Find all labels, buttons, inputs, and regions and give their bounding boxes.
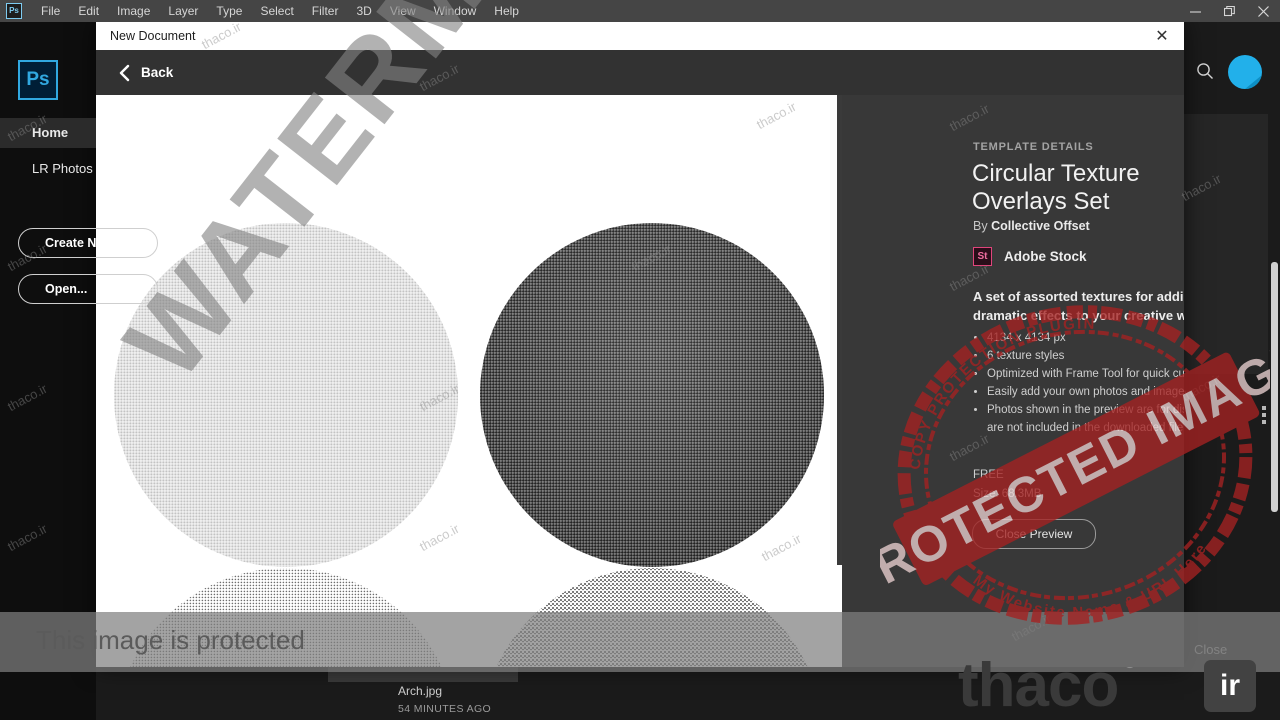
recent-file-name: Arch.jpg bbox=[398, 684, 443, 698]
photoshop-app-icon[interactable]: Ps bbox=[6, 3, 22, 19]
avatar[interactable] bbox=[1228, 55, 1262, 89]
avatar-wedge bbox=[1245, 75, 1262, 89]
source-label: Adobe Stock bbox=[1004, 249, 1087, 264]
template-title: Circular Texture Overlays Set bbox=[972, 160, 1140, 215]
menu-help[interactable]: Help bbox=[485, 0, 528, 22]
template-author: By Collective Offset bbox=[973, 219, 1090, 233]
list-item: Photos shown in the preview are for disp… bbox=[987, 401, 1184, 437]
new-document-dialog: New Document ✕ Back TEMPLATE DETAILS Cir… bbox=[96, 22, 1184, 667]
watermark-brand: thaco bbox=[958, 651, 1119, 720]
app-scrollbar-thumb[interactable] bbox=[1271, 262, 1278, 512]
menu-layer[interactable]: Layer bbox=[159, 0, 207, 22]
texture-overlay-preview bbox=[96, 95, 842, 667]
sidebar-item-home[interactable]: Home bbox=[0, 118, 96, 148]
restore-button[interactable] bbox=[1212, 0, 1246, 22]
source-row: St Adobe Stock bbox=[973, 247, 1087, 266]
open-file-button[interactable]: Open... bbox=[18, 274, 158, 304]
close-icon[interactable]: ✕ bbox=[1140, 22, 1184, 50]
menu-view[interactable]: View bbox=[381, 0, 425, 22]
template-details-panel: TEMPLATE DETAILS Circular Texture Overla… bbox=[842, 95, 1184, 667]
back-button[interactable]: Back bbox=[96, 64, 173, 82]
menu-edit[interactable]: Edit bbox=[69, 0, 108, 22]
template-price: FREE bbox=[973, 469, 1004, 481]
menu-window[interactable]: Window bbox=[425, 0, 486, 22]
create-new-button[interactable]: Create New bbox=[18, 228, 158, 258]
sidebar-item-lr-photos[interactable]: LR Photos bbox=[0, 154, 96, 184]
recent-file-timestamp: 54 MINUTES AGO bbox=[398, 703, 492, 715]
menu-type[interactable]: Type bbox=[207, 0, 251, 22]
chevron-left-icon bbox=[119, 64, 130, 81]
close-button[interactable] bbox=[1246, 0, 1280, 22]
home-content-card[interactable] bbox=[1172, 114, 1280, 374]
back-button-label: Back bbox=[141, 65, 174, 80]
author-name: Collective Offset bbox=[991, 219, 1090, 233]
template-feature-list: 4134 x 4134 px 6 texture styles Optimize… bbox=[973, 329, 1184, 437]
more-options-icon[interactable] bbox=[1262, 406, 1266, 424]
list-item: Easily add your own photos and images bbox=[987, 383, 1184, 401]
photoshop-logo-icon: Ps bbox=[18, 60, 58, 100]
author-prefix: By bbox=[973, 219, 988, 233]
close-preview-button[interactable]: Close Preview bbox=[972, 519, 1096, 549]
menu-image[interactable]: Image bbox=[108, 0, 159, 22]
template-description: A set of assorted textures for adding dr… bbox=[973, 289, 1184, 323]
window-controls bbox=[1178, 0, 1280, 22]
search-icon[interactable] bbox=[1192, 58, 1218, 84]
minimize-button[interactable] bbox=[1178, 0, 1212, 22]
template-size: Size: 68.3MB bbox=[973, 488, 1042, 500]
watermark-brand-tld: ir bbox=[1204, 660, 1256, 712]
menu-filter[interactable]: Filter bbox=[303, 0, 348, 22]
menu-file[interactable]: File bbox=[32, 0, 69, 22]
dialog-titlebar: New Document ✕ bbox=[96, 22, 1184, 50]
template-details-kicker: TEMPLATE DETAILS bbox=[973, 141, 1094, 153]
list-item: Optimized with Frame Tool for quick cust… bbox=[987, 365, 1184, 383]
menu-3d[interactable]: 3D bbox=[347, 0, 380, 22]
list-item: 4134 x 4134 px bbox=[987, 329, 1184, 347]
dialog-title: New Document bbox=[110, 29, 196, 43]
list-item: 6 texture styles bbox=[987, 347, 1184, 365]
template-preview-canvas[interactable] bbox=[96, 95, 842, 667]
application-menubar: Ps File Edit Image Layer Type Select Fil… bbox=[0, 0, 1280, 22]
watermark-bottom-text: This image is protected bbox=[36, 625, 305, 655]
adobe-stock-icon: St bbox=[973, 247, 992, 266]
menu-select[interactable]: Select bbox=[251, 0, 302, 22]
dialog-toolbar: Back bbox=[96, 50, 1184, 95]
